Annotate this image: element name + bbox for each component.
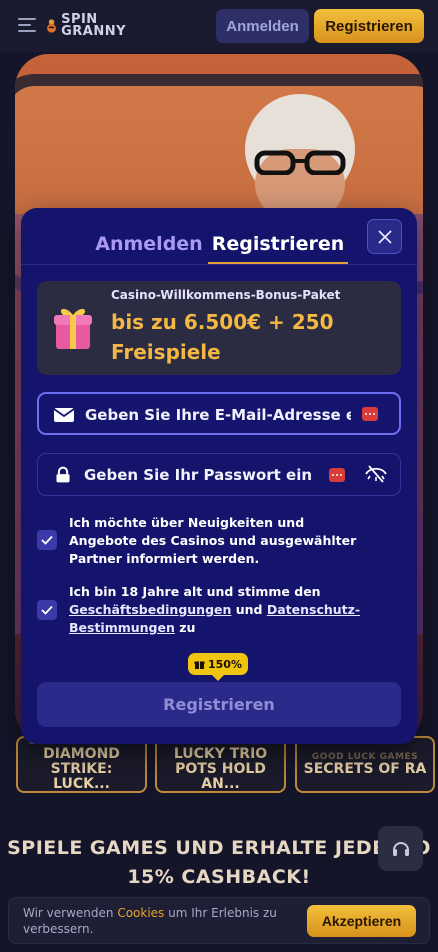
logo[interactable]: SPIN GRANNY xyxy=(46,10,126,42)
mail-icon xyxy=(53,408,75,422)
gift-icon xyxy=(54,308,92,349)
terms-checkbox[interactable] xyxy=(37,600,57,620)
cookies-link[interactable]: Cookies xyxy=(117,906,164,920)
game-tile-title: SECRETS OF RA xyxy=(303,761,427,777)
header-register-button[interactable]: Registrieren xyxy=(314,9,424,43)
newsletter-text: Ich möchte über Neuigkeiten und Angebote… xyxy=(69,515,357,566)
terms-link[interactable]: Geschäftsbedingungen xyxy=(69,602,231,617)
bonus-label: Casino-Willkommens-Bonus-Paket xyxy=(111,288,341,302)
gift-small-icon xyxy=(194,661,205,669)
terms-text: Ich bin 18 Jahre alt und stimme den Gesc… xyxy=(69,583,369,637)
tab-login[interactable]: Anmelden xyxy=(94,224,204,264)
terms-suffix: zu xyxy=(174,620,196,635)
granny-logo-icon xyxy=(47,19,56,33)
logo-text-bottom: GRANNY xyxy=(61,24,126,39)
check-icon xyxy=(41,605,53,615)
terms-consent: Ich bin 18 Jahre alt und stimme den Gesc… xyxy=(37,583,401,637)
welcome-bonus-card: Casino-Willkommens-Bonus-Paket bis zu 6.… xyxy=(37,281,401,375)
password-field[interactable] xyxy=(37,453,401,496)
game-tile-title: DIAMOND STRIKE: LUCK... xyxy=(43,746,120,792)
registration-modal: Anmelden Registrieren Casino-Willkommens… xyxy=(21,208,417,744)
tabs-divider xyxy=(21,264,417,265)
password-manager-icon[interactable] xyxy=(362,407,378,421)
accept-cookies-button[interactable]: Akzeptieren xyxy=(307,905,416,937)
eye-off-icon[interactable] xyxy=(365,464,387,484)
close-icon xyxy=(377,229,392,244)
active-tab-indicator xyxy=(208,262,348,264)
password-input[interactable] xyxy=(84,462,314,488)
bonus-badge: 150% xyxy=(188,653,248,681)
game-tile[interactable]: BETUKA LUCKY TRIO POTS HOLD AN... xyxy=(155,736,286,793)
menu-icon[interactable] xyxy=(18,18,36,32)
game-tile[interactable]: GOOD LUCK GAMES SECRETS OF RA xyxy=(295,736,435,793)
bonus-amount: bis zu 6.500€ + 250 Freispiele xyxy=(111,310,334,364)
game-tile[interactable]: GOOD LUCK GAMES DIAMOND STRIKE: LUCK... xyxy=(16,736,147,793)
cookie-text-before: Wir verwenden xyxy=(23,906,118,920)
hero-glasses-icon xyxy=(254,150,346,175)
top-bar: SPIN GRANNY Anmelden Registrieren xyxy=(0,0,438,52)
header-login-button[interactable]: Anmelden xyxy=(216,9,309,43)
close-button[interactable] xyxy=(367,219,402,254)
cookie-banner: Wir verwenden Cookies um Ihr Erlebnis zu… xyxy=(8,897,430,944)
game-tile-title: LUCKY TRIO POTS HOLD AN... xyxy=(173,746,268,792)
support-button[interactable] xyxy=(378,826,423,871)
cookie-text: Wir verwenden Cookies um Ihr Erlebnis zu… xyxy=(23,905,293,937)
terms-prefix: Ich bin 18 Jahre alt und stimme den xyxy=(69,584,321,599)
email-input[interactable] xyxy=(85,402,351,428)
cashback-promo: SPIELE GAMES UND ERHALTE JEDE WO 15% CAS… xyxy=(0,834,438,892)
newsletter-consent: Ich möchte über Neuigkeiten und Angebote… xyxy=(37,514,401,572)
password-manager-icon[interactable] xyxy=(329,468,345,482)
tab-register[interactable]: Registrieren xyxy=(208,224,348,264)
bonus-badge-text: 150% xyxy=(208,657,242,671)
terms-and: und xyxy=(231,602,267,617)
promo-line-2: 15% CASHBACK! xyxy=(127,866,311,888)
check-icon xyxy=(41,535,53,545)
promo-line-1: SPIELE GAMES UND ERHALTE JEDE WO xyxy=(7,837,431,859)
lock-icon xyxy=(56,466,70,483)
newsletter-checkbox[interactable] xyxy=(37,530,57,550)
page: SPIN GRANNY Anmelden Registrieren GOOD L… xyxy=(0,0,438,952)
email-field[interactable] xyxy=(37,392,401,435)
register-submit-button[interactable]: Registrieren xyxy=(37,682,401,727)
headset-icon xyxy=(392,841,409,856)
